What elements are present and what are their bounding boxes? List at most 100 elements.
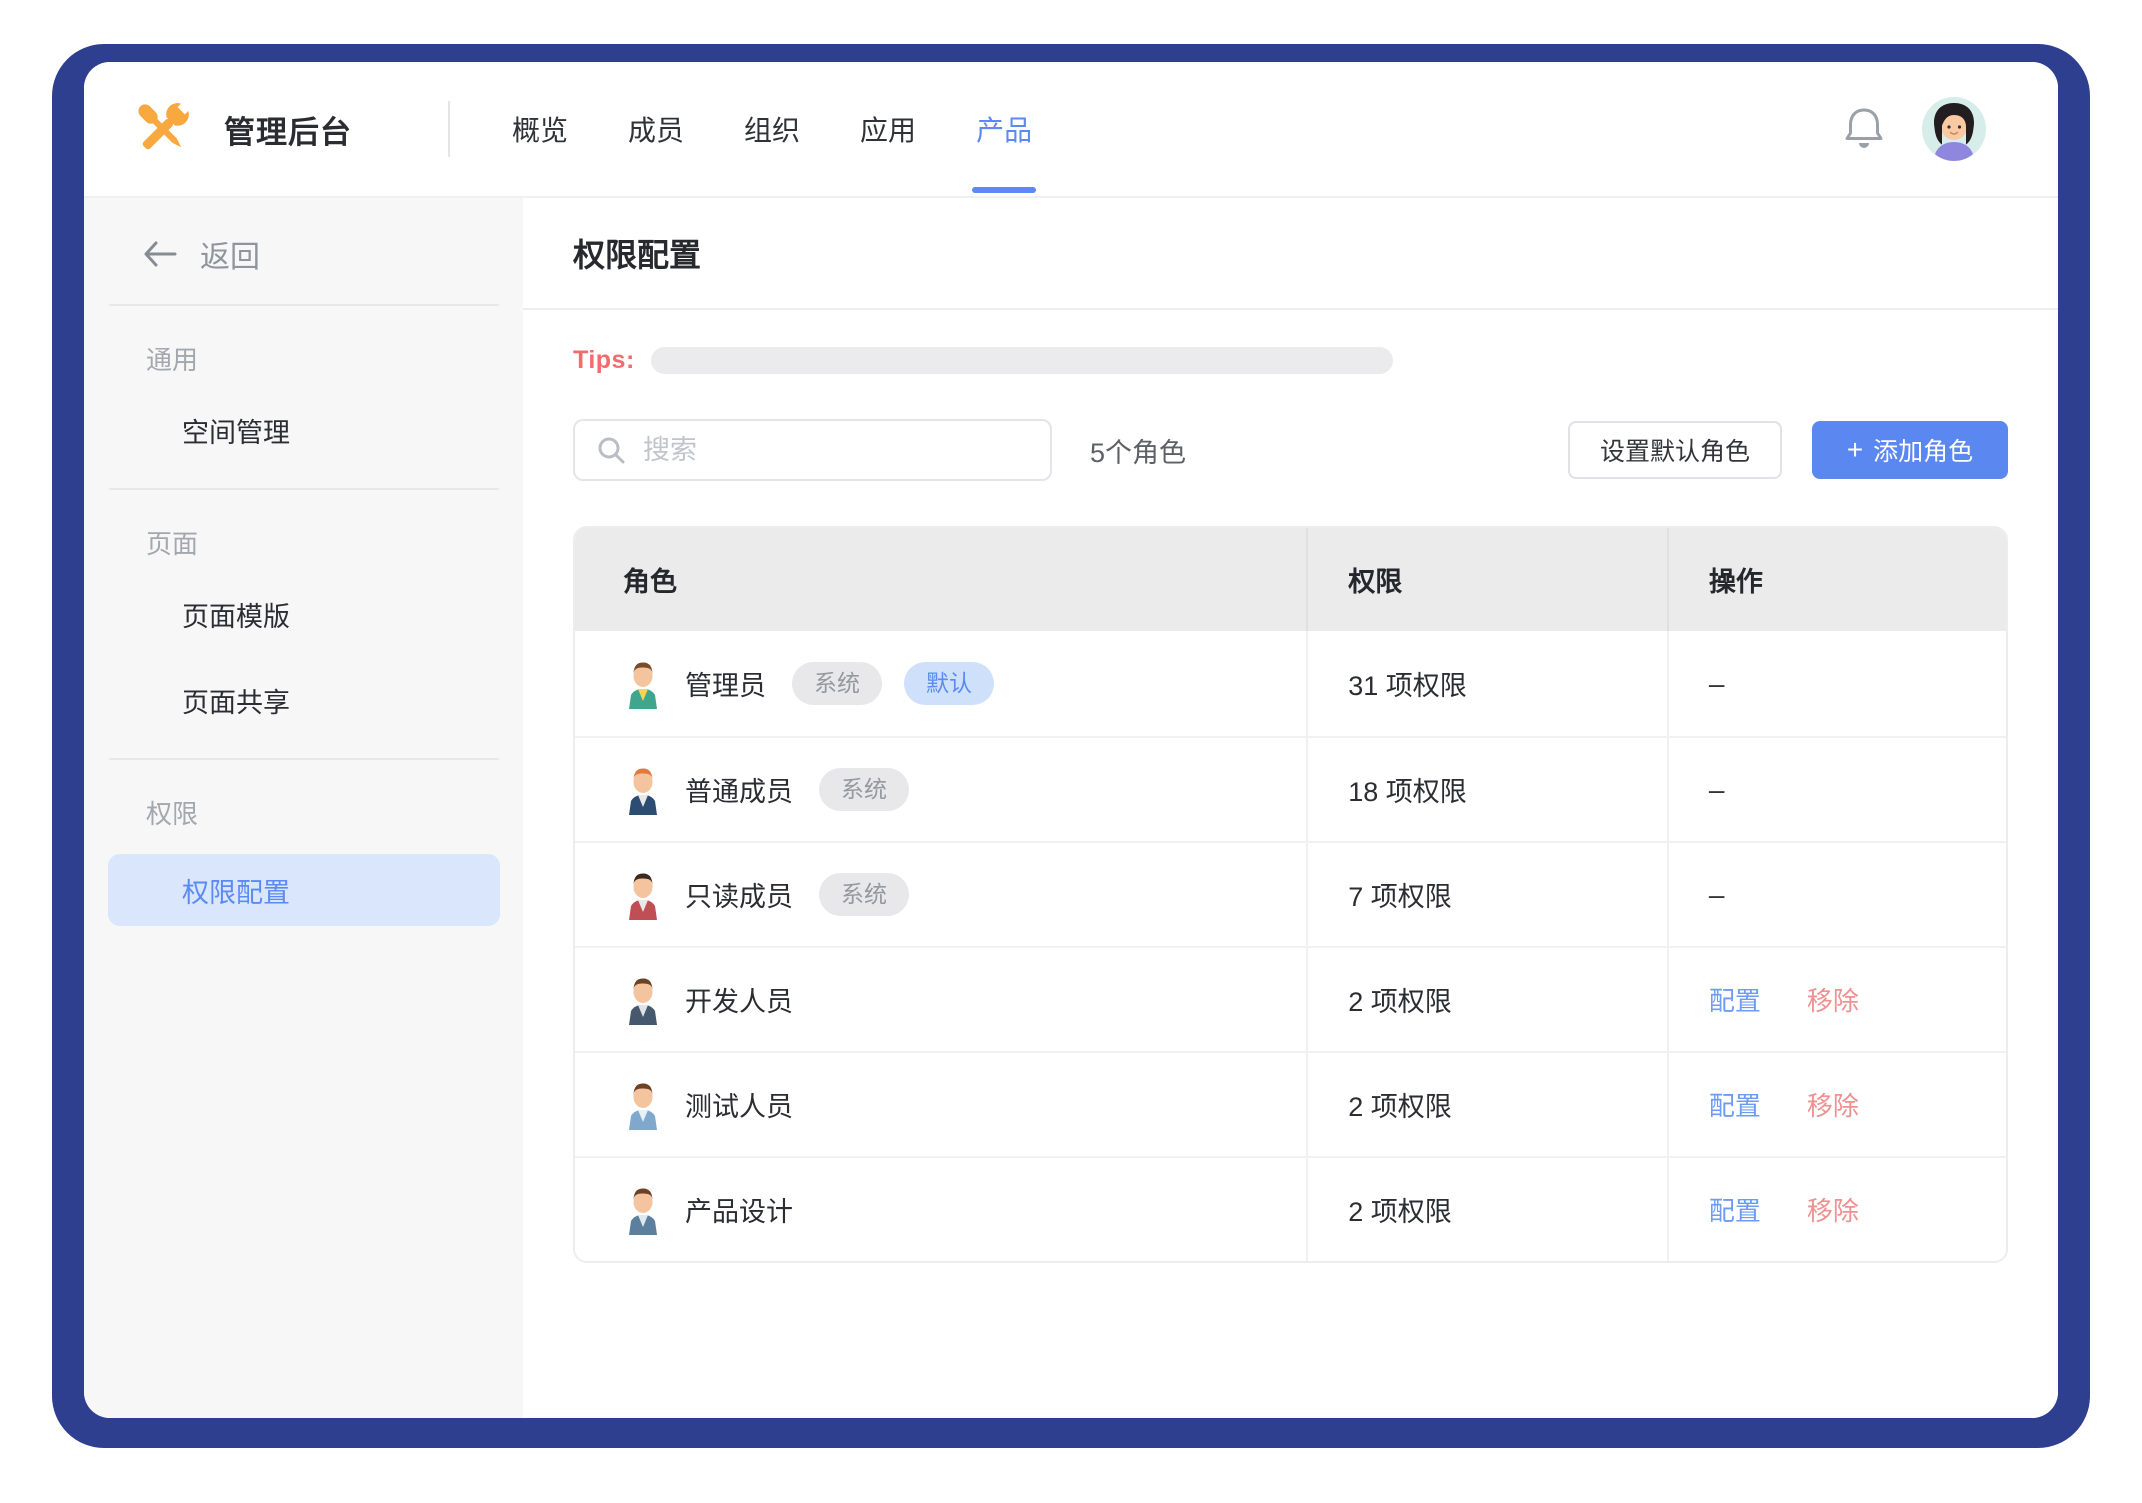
- search-input[interactable]: [643, 435, 1030, 466]
- sidebar-item-permission-config[interactable]: 权限配置: [108, 854, 500, 926]
- window-body: 返回 通用 空间管理 页面 页面模版 页面共享 权限 权限配置 权限配置 Tip…: [84, 198, 2058, 1418]
- permissions-count: 31 项权限: [1348, 664, 1467, 703]
- remove-link[interactable]: 移除: [1807, 981, 1859, 1018]
- remove-link[interactable]: 移除: [1807, 1086, 1859, 1123]
- role-name: 管理员: [685, 664, 766, 703]
- back-button[interactable]: 返回: [84, 230, 523, 278]
- main-content: 权限配置 Tips: 5个角色 设置默认角色 + 添加角色: [523, 198, 2058, 1418]
- table-row: 测试人员 2 项权限 配置 移除: [575, 1051, 2006, 1156]
- table-header-row: 角色 权限 操作: [575, 528, 2006, 631]
- configure-link[interactable]: 配置: [1709, 981, 1761, 1018]
- user-avatar[interactable]: [1922, 97, 1986, 161]
- table-row: 开发人员 2 项权限 配置 移除: [575, 946, 2006, 1051]
- role-name: 开发人员: [685, 980, 793, 1019]
- actions-cell: 配置 移除: [1667, 1053, 2006, 1156]
- permissions-count: 2 项权限: [1348, 1085, 1452, 1124]
- actions-cell: 配置 移除: [1667, 1158, 2006, 1261]
- search-icon: [595, 434, 627, 466]
- sidebar-item-page-templates[interactable]: 页面模版: [84, 582, 523, 646]
- primary-nav: 概览 成员 组织 应用 产品: [508, 62, 1036, 196]
- page-header: 权限配置: [523, 198, 2058, 310]
- role-cell: 只读成员 系统: [575, 843, 1306, 946]
- configure-link[interactable]: 配置: [1709, 1086, 1761, 1123]
- role-badges: 系统: [819, 873, 909, 917]
- notifications-bell-icon[interactable]: [1842, 105, 1886, 153]
- add-role-button[interactable]: + 添加角色: [1812, 421, 2008, 479]
- sidebar-item-page-sharing[interactable]: 页面共享: [84, 668, 523, 732]
- role-name: 测试人员: [685, 1085, 793, 1124]
- permissions-cell: 2 项权限: [1306, 1053, 1667, 1156]
- sidebar-divider: [109, 488, 499, 490]
- permissions-count: 18 项权限: [1348, 770, 1467, 809]
- role-cell: 管理员 系统默认: [575, 631, 1306, 736]
- role-badges: 系统: [819, 768, 909, 812]
- permissions-cell: 2 项权限: [1306, 948, 1667, 1051]
- role-name: 只读成员: [685, 875, 793, 914]
- tips-row: Tips:: [573, 346, 2008, 375]
- role-badge-gray: 系统: [819, 873, 909, 917]
- role-cell: 产品设计: [575, 1158, 1306, 1261]
- role-avatar-icon: [623, 765, 663, 815]
- nav-item-members[interactable]: 成员: [624, 62, 688, 196]
- permissions-count: 7 项权限: [1348, 875, 1452, 914]
- tips-placeholder-bar: [651, 347, 1393, 374]
- permissions-count: 2 项权限: [1348, 1190, 1452, 1229]
- table-body: 管理员 系统默认 31 项权限 – 普通成员 系统 18 项权限 – 只读成员: [575, 631, 2006, 1261]
- role-avatar-icon: [623, 1080, 663, 1130]
- actions-cell: 配置 移除: [1667, 948, 2006, 1051]
- column-header-role: 角色: [575, 528, 1306, 631]
- column-header-permissions: 权限: [1306, 528, 1667, 631]
- tools-logo-icon: [130, 96, 196, 162]
- toolbar: 5个角色 设置默认角色 + 添加角色: [573, 419, 2008, 481]
- set-default-role-button[interactable]: 设置默认角色: [1568, 421, 1782, 479]
- tips-label: Tips:: [573, 346, 635, 375]
- role-name: 产品设计: [685, 1190, 793, 1229]
- permissions-cell: 2 项权限: [1306, 1158, 1667, 1261]
- sidebar: 返回 通用 空间管理 页面 页面模版 页面共享 权限 权限配置: [84, 198, 523, 1418]
- actions-cell: –: [1667, 631, 2006, 736]
- back-arrow-icon: [142, 240, 178, 268]
- role-badge-gray: 系统: [819, 768, 909, 812]
- role-name: 普通成员: [685, 770, 793, 809]
- search-box[interactable]: [573, 419, 1052, 481]
- role-badge-blue: 默认: [904, 662, 994, 706]
- remove-link[interactable]: 移除: [1807, 1191, 1859, 1228]
- nav-item-organization[interactable]: 组织: [740, 62, 804, 196]
- role-cell: 测试人员: [575, 1053, 1306, 1156]
- permissions-cell: 18 项权限: [1306, 738, 1667, 841]
- add-role-label: 添加角色: [1873, 432, 1973, 468]
- configure-link[interactable]: 配置: [1709, 1191, 1761, 1228]
- role-badge-gray: 系统: [792, 662, 882, 706]
- page-title: 权限配置: [573, 230, 701, 276]
- role-avatar-icon: [623, 659, 663, 709]
- app-title: 管理后台: [224, 107, 352, 152]
- role-cell: 开发人员: [575, 948, 1306, 1051]
- table-row: 普通成员 系统 18 项权限 –: [575, 736, 2006, 841]
- role-count: 5个角色: [1090, 431, 1186, 470]
- roles-table: 角色 权限 操作 管理员 系统默认 31 项权限 – 普通成员: [573, 526, 2008, 1263]
- back-label: 返回: [200, 232, 260, 276]
- navbar-divider: [448, 101, 450, 157]
- plus-icon: +: [1847, 436, 1863, 464]
- no-action-dash: –: [1709, 668, 1725, 700]
- column-header-actions: 操作: [1667, 528, 2006, 631]
- actions-cell: –: [1667, 738, 2006, 841]
- sidebar-divider: [109, 304, 499, 306]
- table-row: 管理员 系统默认 31 项权限 –: [575, 631, 2006, 736]
- role-avatar-icon: [623, 975, 663, 1025]
- no-action-dash: –: [1709, 879, 1725, 911]
- sidebar-divider: [109, 758, 499, 760]
- permissions-cell: 7 项权限: [1306, 843, 1667, 946]
- role-badges: 系统默认: [792, 662, 994, 706]
- role-cell: 普通成员 系统: [575, 738, 1306, 841]
- table-row: 产品设计 2 项权限 配置 移除: [575, 1156, 2006, 1261]
- actions-cell: –: [1667, 843, 2006, 946]
- nav-item-applications[interactable]: 应用: [856, 62, 920, 196]
- top-navbar: 管理后台 概览 成员 组织 应用 产品: [84, 62, 2058, 198]
- permissions-count: 2 项权限: [1348, 980, 1452, 1019]
- nav-item-products[interactable]: 产品: [972, 62, 1036, 196]
- no-action-dash: –: [1709, 774, 1725, 806]
- nav-item-overview[interactable]: 概览: [508, 62, 572, 196]
- permissions-cell: 31 项权限: [1306, 631, 1667, 736]
- sidebar-item-space-management[interactable]: 空间管理: [84, 398, 523, 462]
